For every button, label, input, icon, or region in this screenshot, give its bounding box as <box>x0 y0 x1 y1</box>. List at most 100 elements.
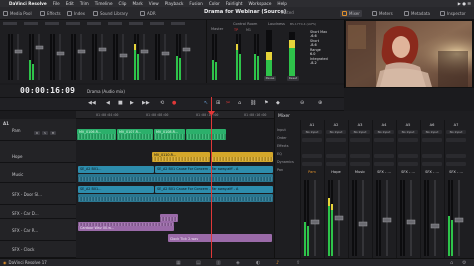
menu-view[interactable]: View <box>149 1 159 6</box>
clip[interactable]: SE_A2 B01... <box>78 166 154 173</box>
channel-name[interactable]: SFX - ... <box>446 170 466 175</box>
record-icon[interactable]: ● <box>172 100 176 106</box>
edit-page-icon[interactable]: ▥ <box>216 260 221 266</box>
track-header-sfx-car-r[interactable]: SFX - Car R... <box>0 219 76 241</box>
menu-playback[interactable]: Playback <box>165 1 184 6</box>
clip[interactable]: MV_0108.R... <box>154 129 185 140</box>
eq-graph[interactable] <box>374 154 394 158</box>
razor-icon[interactable]: ✂ <box>226 100 230 106</box>
index-button[interactable]: Index <box>67 10 85 17</box>
loop-icon[interactable]: ⟲ <box>160 100 164 106</box>
zoom-in-icon[interactable]: ⊕ <box>318 100 322 106</box>
playhead[interactable] <box>211 97 212 264</box>
sound-library-button[interactable]: Sound Library <box>93 10 128 17</box>
dynamics-graph[interactable] <box>398 162 418 166</box>
track-header-sfx-clock[interactable]: SFX - Clock <box>0 241 76 258</box>
clip[interactable] <box>186 129 226 140</box>
clip[interactable]: SE_A2 B01 Cause For Concern - Far away.a… <box>155 186 273 193</box>
meters-tab[interactable]: Meters <box>372 10 393 17</box>
solo-button[interactable]: S <box>42 131 48 135</box>
menu-clip[interactable]: Clip <box>119 1 127 6</box>
dynamics-graph[interactable] <box>446 162 466 166</box>
play-reverse-icon[interactable]: ◀ <box>106 100 110 106</box>
menu-file[interactable]: File <box>53 1 60 6</box>
menu-timeline[interactable]: Timeline <box>95 1 113 6</box>
track-header-hope[interactable]: Hope <box>0 141 76 163</box>
video-preview[interactable] <box>346 21 472 87</box>
clip[interactable]: Cardoor Wav 00.w... <box>78 222 174 231</box>
menu-help[interactable]: Help <box>277 1 287 6</box>
dynamics-graph[interactable] <box>326 162 346 166</box>
marker-icon[interactable]: ◆ <box>276 100 280 106</box>
inspector-tab[interactable]: Inspector <box>440 10 466 17</box>
timecode-display[interactable]: 00:00:16:09 <box>20 86 75 95</box>
menu-trim[interactable]: Trim <box>80 1 89 6</box>
eq-graph[interactable] <box>422 154 442 158</box>
fusion-page-icon[interactable]: ◈ <box>236 260 240 266</box>
channel-name[interactable]: Pam <box>302 170 322 175</box>
dynamics-graph[interactable] <box>302 162 322 166</box>
dynamics-graph[interactable] <box>350 162 370 166</box>
deliver-page-icon[interactable]: ⇪ <box>296 260 300 266</box>
input-select[interactable]: No Input <box>326 130 346 134</box>
color-page-icon[interactable]: ◐ <box>256 260 260 266</box>
mixer-tab[interactable]: Mixer <box>340 10 362 17</box>
clip[interactable]: MV_0106.R... <box>77 129 116 140</box>
order-select[interactable] <box>422 138 442 142</box>
order-select[interactable] <box>302 138 322 142</box>
mute-button[interactable]: M <box>50 131 56 135</box>
adr-button[interactable]: ADR <box>140 10 156 17</box>
media-pool-button[interactable]: Media Pool <box>3 10 32 17</box>
range-tool-icon[interactable]: ⊞ <box>216 100 220 106</box>
effects-button[interactable]: Effects <box>40 10 61 17</box>
dynamics-graph[interactable] <box>374 162 394 166</box>
rewind-icon[interactable]: ◀◀ <box>88 100 96 106</box>
fairlight-page-icon[interactable]: ♪ <box>276 260 279 266</box>
menu-color[interactable]: Color <box>209 1 220 6</box>
menu-edit[interactable]: Edit <box>66 1 74 6</box>
reset-button[interactable]: Reset <box>287 76 299 81</box>
channel-name[interactable]: SFX - ... <box>398 170 418 175</box>
track-header-sfx-car-d[interactable]: SFX - Car D... <box>0 205 76 219</box>
snap-icon[interactable]: ⌂ <box>238 100 241 106</box>
channel-name[interactable]: Hope <box>326 170 346 175</box>
clip[interactable]: MV_0107.R... <box>117 129 153 140</box>
order-select[interactable] <box>350 138 370 142</box>
input-select[interactable]: No Input <box>446 130 466 134</box>
clip-waveform[interactable] <box>78 174 273 182</box>
cut-page-icon[interactable]: ▤ <box>196 260 201 266</box>
menu-mark[interactable]: Mark <box>132 1 142 6</box>
link-icon[interactable]: ⛓ <box>250 100 256 106</box>
home-icon[interactable]: ⌂ <box>450 260 453 266</box>
eq-graph[interactable] <box>302 154 322 158</box>
input-select[interactable]: No Input <box>374 130 394 134</box>
input-select[interactable]: No Input <box>350 130 370 134</box>
menu-fairlight[interactable]: Fairlight <box>226 1 243 6</box>
track-header-sfx-door[interactable]: SFX - Door Sl... <box>0 183 76 205</box>
selection-tool-icon[interactable]: ↖ <box>204 100 208 106</box>
clip[interactable]: SE_A2 B01 Cause For Concern - Far away.a… <box>155 166 273 173</box>
menu-workspace[interactable]: Workspace <box>249 1 272 6</box>
metadata-tab[interactable]: Metadata <box>404 10 430 17</box>
eq-graph[interactable] <box>398 154 418 158</box>
order-select[interactable] <box>446 138 466 142</box>
flag-icon[interactable]: ⚑ <box>264 100 268 106</box>
menu-app-name[interactable]: DaVinci Resolve <box>9 1 47 6</box>
media-page-icon[interactable]: ▦ <box>176 260 181 266</box>
clip[interactable] <box>160 214 178 222</box>
eq-graph[interactable] <box>446 154 466 158</box>
menu-fusion[interactable]: Fusion <box>189 1 202 6</box>
eq-graph[interactable] <box>326 154 346 158</box>
eq-graph[interactable] <box>350 154 370 158</box>
clip[interactable]: MV_0110.R... <box>152 152 210 162</box>
input-select[interactable]: No Input <box>302 130 322 134</box>
clip-waveform[interactable] <box>78 194 273 202</box>
channel-name[interactable]: SFX - ... <box>422 170 442 175</box>
play-icon[interactable]: ▶ <box>130 100 134 106</box>
track-header-a1[interactable]: A1 Pam R S M <box>0 119 76 141</box>
channel-name[interactable]: Music <box>350 170 370 175</box>
clip[interactable] <box>211 152 273 162</box>
pause-button[interactable]: Pause <box>264 76 276 81</box>
settings-icon[interactable]: ⚙ <box>462 260 466 266</box>
stop-icon[interactable]: ■ <box>118 100 123 106</box>
